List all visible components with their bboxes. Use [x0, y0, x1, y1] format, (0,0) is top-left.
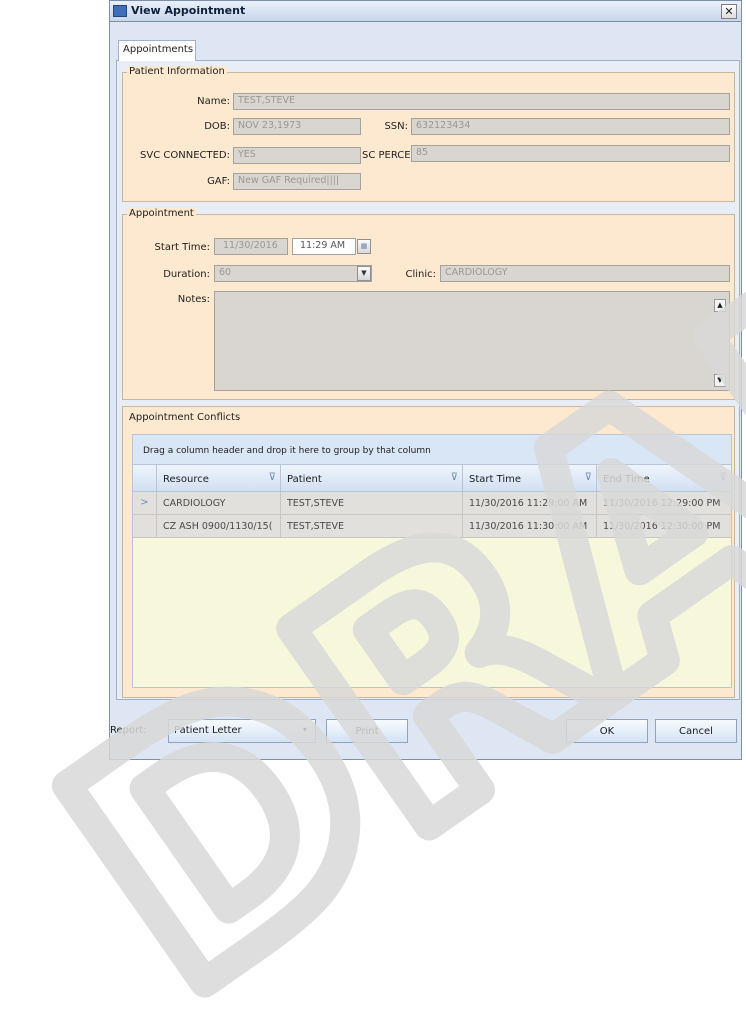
dob-label: DOB:	[204, 121, 230, 132]
print-button[interactable]: Print	[326, 719, 408, 743]
appointment-conflicts-legend: Appointment Conflicts	[127, 412, 243, 423]
table-cell[interactable]: CZ ASH 0900/1130/15(	[157, 515, 281, 538]
ssn-field[interactable]: 632123434	[411, 118, 730, 135]
column-header-end-time[interactable]: End Time ⊽	[597, 465, 731, 492]
sc-percent-label: SC PERCENT:	[362, 150, 427, 161]
column-header-resource[interactable]: Resource ⊽	[157, 465, 281, 492]
name-label: Name:	[197, 96, 230, 107]
close-button[interactable]: ✕	[721, 4, 737, 19]
report-select[interactable]: Patient Letter ▾	[168, 719, 316, 743]
table-cell[interactable]: TEST,STEVE	[281, 492, 463, 515]
column-header-patient[interactable]: Patient ⊽	[281, 465, 463, 492]
cancel-button[interactable]: Cancel	[655, 719, 737, 743]
clinic-field[interactable]: CARDIOLOGY	[440, 265, 730, 282]
row-indicator-icon[interactable]	[133, 515, 157, 538]
group-by-panel[interactable]: Drag a column header and drop it here to…	[133, 435, 731, 465]
report-select-value: Patient Letter	[174, 725, 242, 736]
notes-label: Notes:	[177, 294, 210, 305]
scroll-down-icon[interactable]: ▼	[714, 374, 726, 387]
start-time-field[interactable]: 11:29 AM	[292, 238, 356, 255]
name-field[interactable]: TEST,STEVE	[233, 93, 730, 110]
chevron-down-icon[interactable]: ▼	[357, 266, 371, 281]
start-time-label: Start Time:	[154, 242, 210, 253]
report-label: Report:	[110, 725, 147, 736]
app-icon	[113, 5, 127, 17]
table-cell[interactable]: CARDIOLOGY	[157, 492, 281, 515]
gaf-field[interactable]: New GAF Required||||	[233, 173, 361, 190]
duration-field[interactable]: 60	[214, 265, 372, 282]
filter-icon[interactable]: ⊽	[585, 472, 592, 483]
column-header-start-time[interactable]: Start Time ⊽	[463, 465, 597, 492]
appointment-legend: Appointment	[127, 208, 196, 219]
scroll-up-icon[interactable]: ▲	[714, 299, 726, 312]
gaf-label: GAF:	[207, 176, 230, 187]
duration-label: Duration:	[163, 269, 210, 280]
svc-connected-label: SVC CONNECTED:	[140, 150, 230, 161]
chevron-down-icon: ▾	[303, 725, 308, 734]
table-cell[interactable]: 11/30/2016 12:30:00 PM	[597, 515, 731, 538]
table-cell[interactable]: 11/30/2016 12:29:00 PM	[597, 492, 731, 515]
title-bar: View Appointment ✕	[109, 0, 742, 22]
ssn-label: SSN:	[384, 121, 408, 132]
ok-button[interactable]: OK	[566, 719, 648, 743]
start-date-field[interactable]: 11/30/2016	[214, 238, 288, 255]
filter-icon[interactable]: ⊽	[720, 472, 727, 483]
notes-textarea[interactable]	[214, 291, 730, 391]
column-header-label: Resource	[163, 474, 209, 485]
row-indicator-icon[interactable]: >	[133, 492, 157, 515]
table-cell[interactable]: 11/30/2016 11:29:00 AM	[463, 492, 597, 515]
filter-icon[interactable]: ⊽	[269, 472, 276, 483]
table-cell[interactable]: TEST,STEVE	[281, 515, 463, 538]
patient-information-legend: Patient Information	[127, 66, 227, 77]
column-header-label: End Time	[603, 474, 650, 485]
column-header-label: Start Time	[469, 474, 522, 485]
window-title: View Appointment	[131, 4, 246, 17]
row-indicator-header	[133, 465, 157, 492]
conflicts-grid: Drag a column header and drop it here to…	[132, 434, 732, 688]
svc-connected-field[interactable]: YES	[233, 147, 361, 164]
tab-appointments[interactable]: Appointments	[118, 40, 196, 61]
time-spin-icon[interactable]: ▦	[357, 239, 371, 254]
dob-field[interactable]: NOV 23,1973	[233, 118, 361, 135]
filter-icon[interactable]: ⊽	[451, 472, 458, 483]
clinic-label: Clinic:	[405, 269, 436, 280]
table-cell[interactable]: 11/30/2016 11:30:00 AM	[463, 515, 597, 538]
sc-percent-field[interactable]: 85	[411, 145, 730, 162]
column-header-label: Patient	[287, 474, 322, 485]
